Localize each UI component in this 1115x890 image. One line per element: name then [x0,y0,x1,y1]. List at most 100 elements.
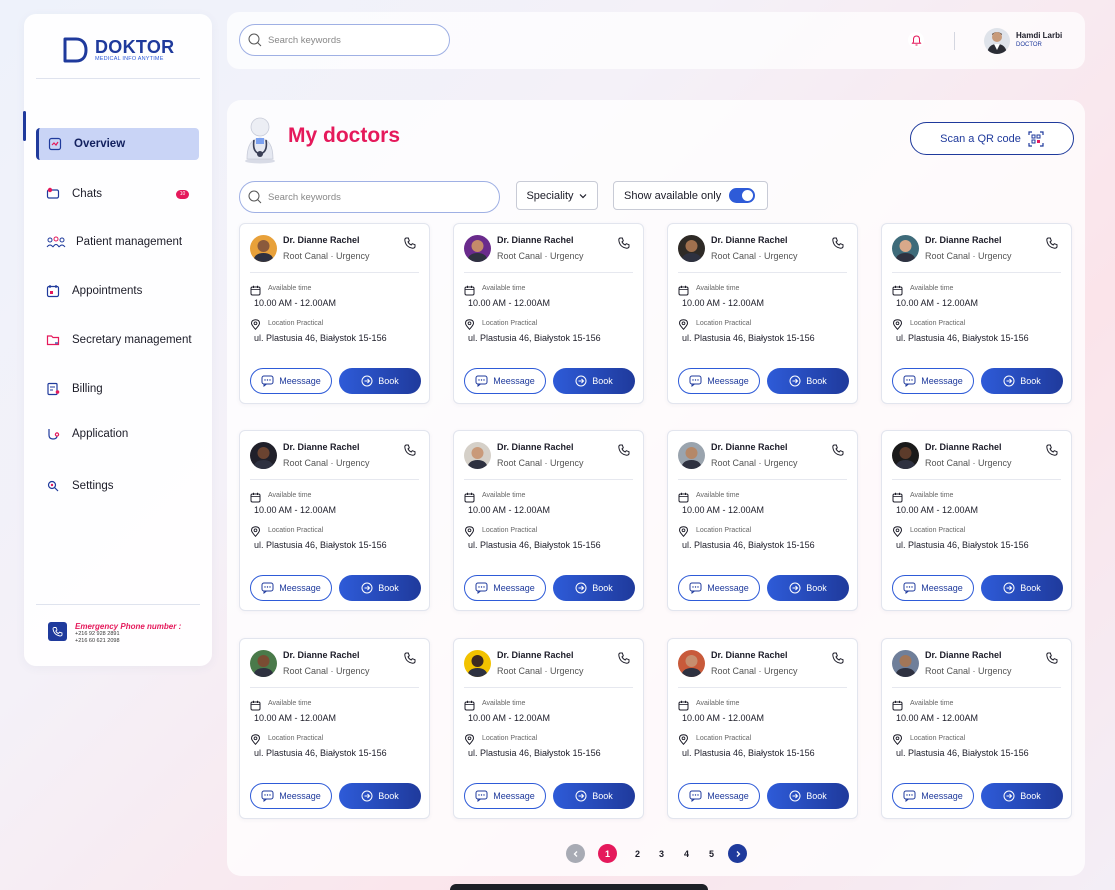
calendar-icon [892,700,903,711]
call-icon[interactable] [403,443,417,457]
notification-button[interactable] [908,32,924,48]
call-icon[interactable] [1045,443,1059,457]
message-button[interactable]: Meessage [250,575,332,601]
book-button[interactable]: Book [553,783,635,809]
arrow-circle-icon [575,375,587,387]
message-button[interactable]: Meessage [250,368,332,394]
book-button[interactable]: Book [981,575,1063,601]
card-divider [250,687,419,688]
message-button[interactable]: Meessage [678,368,760,394]
top-search[interactable] [239,24,450,56]
sidebar-item-settings[interactable]: Settings [36,470,199,502]
available-toggle[interactable] [729,188,756,203]
location-label: Location Practical [696,735,752,742]
doctor-card[interactable]: Dr. Dianne Rachel Root Canal · Urgency A… [239,638,430,819]
message-button[interactable]: Meessage [250,783,332,809]
user-name: Hamdi Larbi [1016,31,1063,40]
available-time-label: Available time [268,700,312,707]
scan-qr-button[interactable]: Scan a QR code [910,122,1074,155]
book-button[interactable]: Book [767,575,849,601]
doctor-card[interactable]: Dr. Dianne Rachel Root Canal · Urgency A… [453,223,644,404]
doctor-name: Dr. Dianne Rachel [711,650,788,660]
doctor-card[interactable]: Dr. Dianne Rachel Root Canal · Urgency A… [667,223,858,404]
sidebar-item-appointments[interactable]: Appointments [36,275,199,307]
prev-page-button[interactable] [566,844,585,863]
location-label: Location Practical [268,735,324,742]
search-input[interactable] [268,34,429,46]
message-icon [475,375,488,387]
doctor-card[interactable]: Dr. Dianne Rachel Root Canal · Urgency A… [667,430,858,611]
message-button[interactable]: Meessage [892,368,974,394]
calendar-icon [250,285,261,296]
sidebar-item-application[interactable]: Application [36,418,199,450]
call-icon[interactable] [617,443,631,457]
next-page-button[interactable] [728,844,747,863]
book-label: Book [1020,376,1041,386]
available-time-label: Available time [910,492,954,499]
sidebar-item-secretary-management[interactable]: Secretary management [36,324,199,356]
doctor-card[interactable]: Dr. Dianne Rachel Root Canal · Urgency A… [881,223,1072,404]
book-button[interactable]: Book [339,783,421,809]
page-2[interactable]: 2 [628,844,647,863]
call-icon[interactable] [831,443,845,457]
message-button[interactable]: Meessage [464,368,546,394]
book-button[interactable]: Book [553,368,635,394]
message-button[interactable]: Meessage [678,783,760,809]
arrow-circle-icon [789,582,801,594]
doctor-card[interactable]: Dr. Dianne Rachel Root Canal · Urgency A… [453,638,644,819]
location-label: Location Practical [910,735,966,742]
page-3[interactable]: 3 [652,844,671,863]
message-button[interactable]: Meessage [464,575,546,601]
call-icon[interactable] [831,651,845,665]
doctor-specialty: Root Canal · Urgency [497,251,584,261]
location-icon [250,526,261,537]
book-button[interactable]: Book [339,575,421,601]
doctor-search[interactable] [239,181,500,213]
sidebar-item-billing[interactable]: Billing [36,373,199,405]
doctor-card[interactable]: Dr. Dianne Rachel Root Canal · Urgency A… [239,223,430,404]
book-button[interactable]: Book [339,368,421,394]
available-time-value: 10.00 AM - 12.00AM [468,713,551,723]
book-button[interactable]: Book [553,575,635,601]
message-button[interactable]: Meessage [892,575,974,601]
message-icon [689,790,702,802]
doctor-card[interactable]: Dr. Dianne Rachel Root Canal · Urgency A… [667,638,858,819]
book-button[interactable]: Book [981,783,1063,809]
doctor-specialty: Root Canal · Urgency [283,251,370,261]
doctor-card[interactable]: Dr. Dianne Rachel Root Canal · Urgency A… [881,638,1072,819]
doctor-photo [250,442,277,469]
page-5[interactable]: 5 [702,844,721,863]
doctor-card[interactable]: Dr. Dianne Rachel Root Canal · Urgency A… [453,430,644,611]
book-button[interactable]: Book [767,368,849,394]
user-avatar-image [987,32,1007,54]
search-input[interactable] [268,191,469,203]
message-button[interactable]: Meessage [892,783,974,809]
doctor-card[interactable]: Dr. Dianne Rachel Root Canal · Urgency A… [881,430,1072,611]
sidebar-item-patient-management[interactable]: Patient management [36,226,199,258]
message-button[interactable]: Meessage [678,575,760,601]
sidebar-item-overview[interactable]: Overview [36,128,199,160]
call-icon[interactable] [403,651,417,665]
doctor-card[interactable]: Dr. Dianne Rachel Root Canal · Urgency A… [239,430,430,611]
speciality-dropdown[interactable]: Speciality [516,181,598,210]
sidebar-item-label: Overview [74,138,126,150]
book-button[interactable]: Book [981,368,1063,394]
location-value: ul. Plastusia 46, Białystok 15-156 [468,748,601,758]
message-button[interactable]: Meessage [464,783,546,809]
page-4[interactable]: 4 [677,844,696,863]
user-avatar[interactable] [984,28,1010,54]
sidebar-item-chats[interactable]: Chats 10 [36,178,199,210]
call-icon[interactable] [617,651,631,665]
call-icon[interactable] [1045,236,1059,250]
doctor-photo [678,650,705,677]
emergency-phone: +216 60 621 2098 [75,638,120,644]
call-icon[interactable] [617,236,631,250]
logo[interactable]: DOKTOR MEDICAL INFO ANYTIME [62,36,174,64]
book-button[interactable]: Book [767,783,849,809]
billing-icon [47,382,60,396]
call-icon[interactable] [403,236,417,250]
doctor-photo [464,442,491,469]
page-1[interactable]: 1 [598,844,617,863]
call-icon[interactable] [1045,651,1059,665]
call-icon[interactable] [831,236,845,250]
